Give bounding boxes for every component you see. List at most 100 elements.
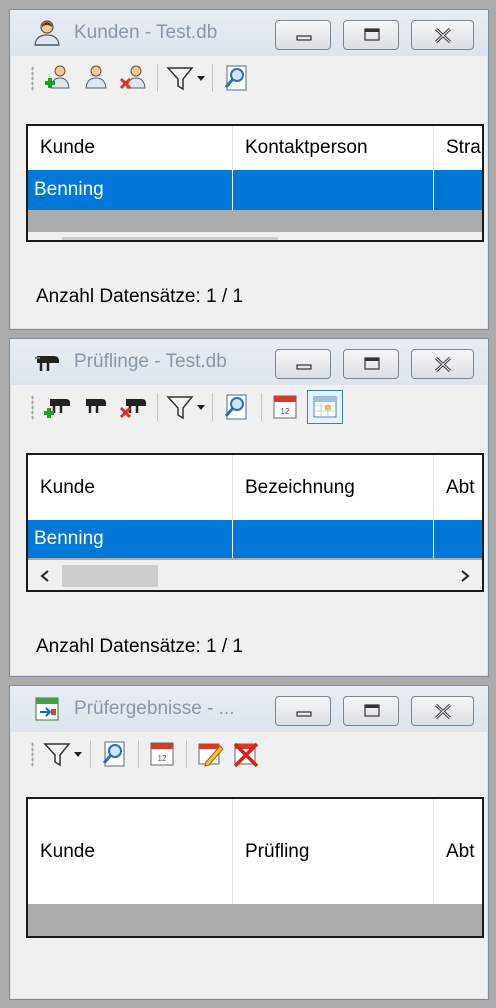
toolbar: 12: [26, 734, 480, 774]
svg-text:12: 12: [281, 407, 290, 416]
devices-window: Prüflinge - Test.db 12 Kunde Bezeichnung…: [9, 338, 489, 677]
maximize-button[interactable]: [343, 20, 399, 50]
maximize-icon: [364, 704, 380, 717]
edit-customer-icon: [85, 65, 107, 89]
close-icon: [434, 356, 452, 373]
window-title: Prüfergebnisse - ...: [74, 698, 235, 719]
delete-customer-icon: [119, 65, 146, 90]
scroll-right-icon[interactable]: [448, 232, 482, 240]
calendar-button[interactable]: 12: [146, 738, 178, 770]
column-header-kunde[interactable]: Kunde: [28, 455, 233, 520]
horizontal-scrollbar[interactable]: [28, 232, 482, 240]
search-preview-button[interactable]: [220, 62, 252, 94]
test-results-icon: [35, 697, 59, 721]
table-view-icon: [313, 396, 337, 418]
column-header-pruefling[interactable]: Prüfling: [233, 799, 434, 904]
scroll-thumb[interactable]: [62, 237, 278, 240]
table-row[interactable]: Benning: [28, 170, 482, 210]
scroll-thumb[interactable]: [62, 565, 158, 587]
cell-bezeichnung[interactable]: [233, 520, 434, 558]
toolbar-separator: [261, 393, 262, 421]
test-results-window: Prüfergebnisse - ... 12 Kunde Prüfling A…: [9, 685, 489, 1000]
delete-device-button[interactable]: [118, 391, 150, 423]
close-button[interactable]: [411, 20, 474, 50]
delete-device-icon: [119, 399, 146, 419]
search-preview-icon: [102, 741, 125, 767]
grid-header: Kunde Kontaktperson Stra: [28, 126, 482, 170]
filter-dropdown-icon: [166, 396, 205, 420]
grid-header: Kunde Prüfling Abt: [28, 799, 482, 904]
maximize-icon: [364, 28, 380, 41]
column-header-kunde[interactable]: Kunde: [28, 126, 233, 170]
search-preview-button[interactable]: [98, 738, 130, 770]
cell-strasse[interactable]: [434, 170, 482, 210]
maximize-button[interactable]: [343, 696, 399, 726]
minimize-icon: [296, 35, 312, 41]
edit-result-icon: [198, 743, 224, 767]
title-bar[interactable]: Prüfergebnisse - ...: [10, 686, 488, 732]
column-header-bezeichnung[interactable]: Bezeichnung: [233, 455, 434, 520]
minimize-icon: [296, 711, 312, 717]
add-customer-icon: [45, 65, 70, 89]
edit-result-button[interactable]: [194, 738, 226, 770]
toolbar-separator: [157, 64, 158, 92]
filter-dropdown-button[interactable]: [165, 391, 207, 423]
device-plug-icon: [35, 356, 59, 371]
scroll-left-icon[interactable]: [28, 560, 62, 590]
close-button[interactable]: [411, 349, 474, 379]
toolbar-separator: [138, 740, 139, 768]
scroll-right-icon[interactable]: [448, 560, 482, 590]
minimize-button[interactable]: [275, 20, 331, 50]
svg-text:12: 12: [158, 754, 167, 763]
add-customer-button[interactable]: [42, 62, 74, 94]
edit-customer-button[interactable]: [80, 62, 112, 94]
delete-result-button[interactable]: [230, 738, 262, 770]
customers-grid[interactable]: Kunde Kontaktperson Stra Benning: [26, 124, 484, 242]
test-results-grid[interactable]: Kunde Prüfling Abt: [26, 797, 484, 938]
column-header-kunde[interactable]: Kunde: [28, 799, 233, 904]
calendar-icon: 12: [150, 742, 174, 766]
toolbar-separator: [157, 393, 158, 421]
calendar-icon: 12: [273, 395, 297, 419]
filter-dropdown-button[interactable]: [165, 62, 207, 94]
toolbar-grip[interactable]: [31, 395, 34, 421]
column-header-abteilung[interactable]: Abt: [434, 455, 482, 520]
horizontal-scrollbar[interactable]: [28, 560, 482, 590]
cell-abteilung[interactable]: [434, 520, 482, 558]
cell-kontaktperson[interactable]: [233, 170, 434, 210]
close-icon: [434, 27, 452, 44]
filter-dropdown-button[interactable]: [42, 738, 84, 770]
scroll-left-icon[interactable]: [28, 232, 62, 240]
minimize-button[interactable]: [275, 696, 331, 726]
close-button[interactable]: [411, 696, 474, 726]
maximize-icon: [364, 357, 380, 370]
delete-customer-button[interactable]: [118, 62, 150, 94]
cell-kunde[interactable]: Benning: [28, 520, 233, 558]
maximize-button[interactable]: [343, 349, 399, 379]
close-icon: [434, 703, 452, 720]
toolbar-separator: [212, 64, 213, 92]
devices-grid[interactable]: Kunde Bezeichnung Abt Benning: [26, 453, 484, 592]
table-view-button[interactable]: [307, 390, 343, 424]
search-preview-icon: [224, 394, 247, 420]
column-header-kontaktperson[interactable]: Kontaktperson: [233, 126, 434, 170]
toolbar-grip[interactable]: [31, 66, 34, 92]
column-header-strasse[interactable]: Stra: [434, 126, 482, 170]
record-count: Anzahl Datensätze: 1 / 1: [36, 636, 244, 657]
column-header-abteilung[interactable]: Abt: [434, 799, 482, 904]
table-row[interactable]: Benning: [28, 520, 482, 558]
cell-kunde[interactable]: Benning: [28, 170, 233, 210]
search-preview-button[interactable]: [220, 391, 252, 423]
minimize-button[interactable]: [275, 349, 331, 379]
toolbar: [26, 58, 480, 98]
toolbar: 12: [26, 387, 480, 427]
title-bar[interactable]: Prüflinge - Test.db: [10, 339, 488, 385]
edit-device-button[interactable]: [80, 391, 112, 423]
delete-result-icon: [233, 742, 259, 768]
add-device-icon: [44, 399, 70, 418]
calendar-button[interactable]: 12: [269, 391, 301, 423]
title-bar[interactable]: Kunden - Test.db: [10, 10, 488, 56]
toolbar-grip[interactable]: [31, 742, 34, 768]
add-device-button[interactable]: [42, 391, 74, 423]
toolbar-separator: [212, 393, 213, 421]
